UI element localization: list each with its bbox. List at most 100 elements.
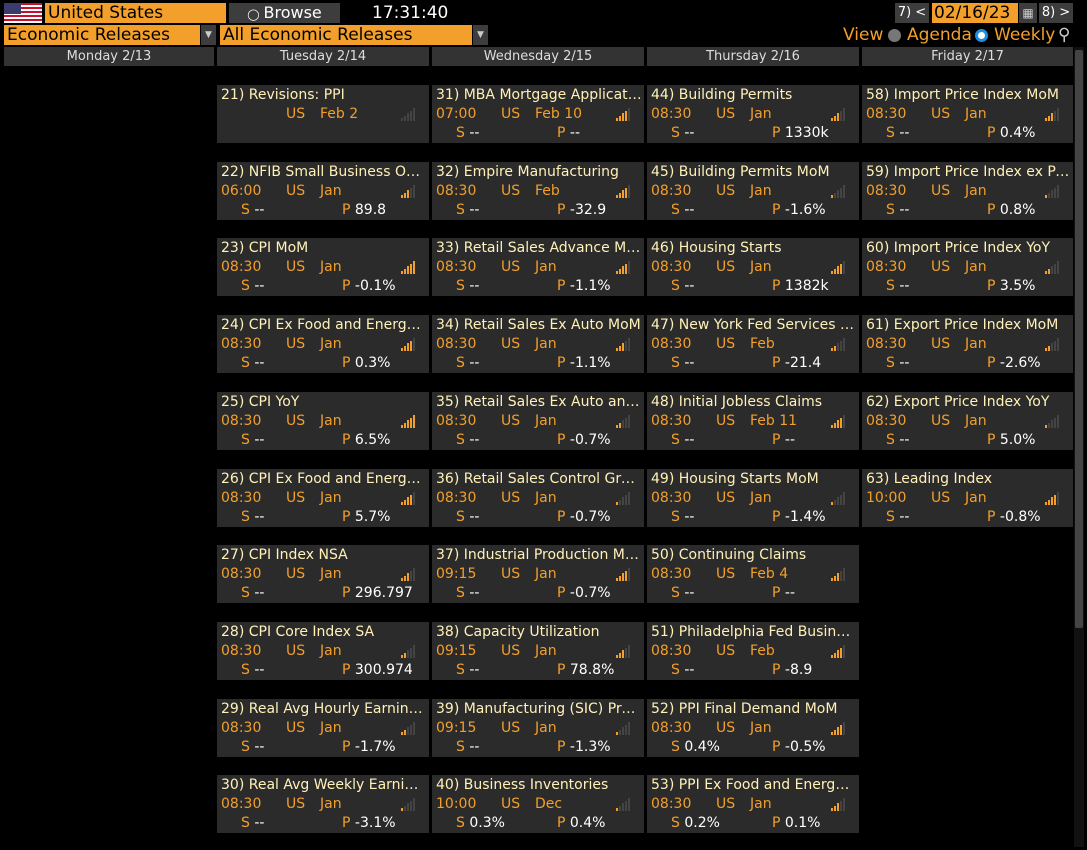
scrollbar-thumb[interactable]: [1075, 50, 1083, 628]
importance-bars-icon: [616, 567, 630, 581]
category-dropdown[interactable]: Economic Releases: [4, 25, 200, 45]
event-period: Jan: [750, 490, 772, 506]
event-title[interactable]: 22) NFIB Small Business Optimism: [221, 164, 427, 181]
event-card[interactable]: 50) Continuing Claims 08:30 US Feb 4 S -- P -…: [647, 545, 859, 603]
country-selector[interactable]: United States: [45, 3, 226, 23]
weekly-label[interactable]: Weekly: [994, 25, 1055, 45]
event-title[interactable]: 49) Housing Starts MoM: [651, 471, 857, 488]
event-card[interactable]: 48) Initial Jobless Claims 08:30 US Feb 11 S…: [647, 392, 859, 450]
event-card[interactable]: 21) Revisions: PPI US Feb 2: [217, 85, 429, 143]
event-card[interactable]: 25) CPI YoY 08:30 US Jan S -- P 6.5%: [217, 392, 429, 450]
event-country: US: [716, 336, 736, 352]
importance-bars-icon: [831, 337, 845, 351]
event-title[interactable]: 61) Export Price Index MoM: [866, 317, 1071, 334]
event-title[interactable]: 28) CPI Core Index SA: [221, 624, 427, 641]
event-title[interactable]: 48) Initial Jobless Claims: [651, 394, 857, 411]
weekly-radio[interactable]: [975, 29, 988, 42]
event-card[interactable]: 33) Retail Sales Advance MoM 08:30 US Jan S …: [432, 238, 644, 296]
event-card[interactable]: 37) Industrial Production MoM 09:15 US Jan S…: [432, 545, 644, 603]
event-title[interactable]: 31) MBA Mortgage Applications: [436, 87, 642, 104]
event-card[interactable]: 47) New York Fed Services Business Activ…: [647, 315, 859, 373]
event-title[interactable]: 51) Philadelphia Fed Business Outlook: [651, 624, 857, 641]
event-title[interactable]: 21) Revisions: PPI: [221, 87, 427, 104]
event-card[interactable]: 26) CPI Ex Food and Energy YoY 08:30 US Jan…: [217, 469, 429, 527]
event-title[interactable]: 46) Housing Starts: [651, 240, 857, 257]
event-title[interactable]: 39) Manufacturing (SIC) Production: [436, 701, 642, 718]
event-card[interactable]: 28) CPI Core Index SA 08:30 US Jan S -- P 300…: [217, 622, 429, 680]
event-card[interactable]: 49) Housing Starts MoM 08:30 US Jan S -- P -1…: [647, 469, 859, 527]
event-card[interactable]: 52) PPI Final Demand MoM 08:30 US Jan S 0.4%…: [647, 699, 859, 757]
event-card[interactable]: 30) Real Avg Weekly Earnings YoY 08:30 US J…: [217, 775, 429, 833]
event-card[interactable]: 58) Import Price Index MoM 08:30 US Jan S --…: [862, 85, 1073, 143]
event-card[interactable]: 24) CPI Ex Food and Energy MoM 08:30 US Jan…: [217, 315, 429, 373]
agenda-label[interactable]: Agenda: [907, 25, 972, 45]
event-card[interactable]: 27) CPI Index NSA 08:30 US Jan S -- P 296.797: [217, 545, 429, 603]
event-title[interactable]: 23) CPI MoM: [221, 240, 427, 257]
event-card[interactable]: 60) Import Price Index YoY 08:30 US Jan S --…: [862, 238, 1073, 296]
next-date-button[interactable]: 8) >: [1039, 3, 1073, 23]
event-title[interactable]: 60) Import Price Index YoY: [866, 240, 1071, 257]
event-card[interactable]: 31) MBA Mortgage Applications 07:00 US Feb …: [432, 85, 644, 143]
event-title[interactable]: 38) Capacity Utilization: [436, 624, 642, 641]
event-card[interactable]: 22) NFIB Small Business Optimism 06:00 US J…: [217, 162, 429, 220]
event-card[interactable]: 38) Capacity Utilization 09:15 US Jan S -- P …: [432, 622, 644, 680]
chevron-down-icon[interactable]: ▼: [201, 25, 216, 45]
importance-bars-icon: [616, 797, 630, 811]
user-search-icon[interactable]: ⚲: [1058, 24, 1070, 46]
event-title[interactable]: 40) Business Inventories: [436, 777, 642, 794]
event-card[interactable]: 40) Business Inventories 10:00 US Dec S 0.3%…: [432, 775, 644, 833]
event-title[interactable]: 32) Empire Manufacturing: [436, 164, 642, 181]
event-card[interactable]: 61) Export Price Index MoM 08:30 US Jan S --…: [862, 315, 1073, 373]
event-title[interactable]: 45) Building Permits MoM: [651, 164, 857, 181]
event-title[interactable]: 30) Real Avg Weekly Earnings YoY: [221, 777, 427, 794]
event-card[interactable]: 35) Retail Sales Ex Auto and Gas 08:30 US J…: [432, 392, 644, 450]
event-title[interactable]: 25) CPI YoY: [221, 394, 427, 411]
event-title[interactable]: 58) Import Price Index MoM: [866, 87, 1071, 104]
event-card[interactable]: 32) Empire Manufacturing 08:30 US Feb S -- P …: [432, 162, 644, 220]
event-card[interactable]: 45) Building Permits MoM 08:30 US Jan S -- P …: [647, 162, 859, 220]
event-card[interactable]: 39) Manufacturing (SIC) Production 09:15 U…: [432, 699, 644, 757]
event-title[interactable]: 35) Retail Sales Ex Auto and Gas: [436, 394, 642, 411]
prev-date-button[interactable]: 7) <: [895, 3, 929, 23]
event-title[interactable]: 26) CPI Ex Food and Energy YoY: [221, 471, 427, 488]
browse-button[interactable]: ◯ Browse: [229, 3, 340, 23]
event-title[interactable]: 47) New York Fed Services Business Activ…: [651, 317, 857, 334]
event-title[interactable]: 63) Leading Index: [866, 471, 1071, 488]
event-title[interactable]: 24) CPI Ex Food and Energy MoM: [221, 317, 427, 334]
agenda-radio[interactable]: [888, 29, 901, 42]
event-card[interactable]: 44) Building Permits 08:30 US Jan S -- P 1330…: [647, 85, 859, 143]
event-time: 08:30: [651, 106, 692, 122]
event-country: US: [716, 566, 736, 582]
chevron-down-icon[interactable]: ▼: [473, 25, 488, 45]
calendar-icon[interactable]: ▦: [1019, 3, 1037, 23]
event-title[interactable]: 50) Continuing Claims: [651, 547, 857, 564]
event-survey: S --: [671, 432, 695, 448]
event-title[interactable]: 34) Retail Sales Ex Auto MoM: [436, 317, 642, 334]
event-card[interactable]: 53) PPI Ex Food and Energy MoM 08:30 US Jan…: [647, 775, 859, 833]
event-time: 08:30: [651, 490, 692, 506]
view-label: View: [843, 25, 884, 45]
event-title[interactable]: 53) PPI Ex Food and Energy MoM: [651, 777, 857, 794]
event-title[interactable]: 44) Building Permits: [651, 87, 857, 104]
event-title[interactable]: 33) Retail Sales Advance MoM: [436, 240, 642, 257]
event-card[interactable]: 51) Philadelphia Fed Business Outlook 08:…: [647, 622, 859, 680]
event-card[interactable]: 62) Export Price Index YoY 08:30 US Jan S --…: [862, 392, 1073, 450]
event-title[interactable]: 36) Retail Sales Control Group: [436, 471, 642, 488]
event-prior: P -0.5%: [772, 739, 826, 755]
event-title[interactable]: 52) PPI Final Demand MoM: [651, 701, 857, 718]
event-card[interactable]: 59) Import Price Index ex Petroleum 08:30…: [862, 162, 1073, 220]
event-title[interactable]: 59) Import Price Index ex Petroleum: [866, 164, 1071, 181]
event-card[interactable]: 23) CPI MoM 08:30 US Jan S -- P -0.1%: [217, 238, 429, 296]
event-time: 08:30: [221, 566, 262, 582]
date-field[interactable]: 02/16/23: [932, 3, 1018, 23]
event-card[interactable]: 29) Real Avg Hourly Earnings YoY 08:30 US J…: [217, 699, 429, 757]
event-card[interactable]: 63) Leading Index 10:00 US Jan S -- P -0.8%: [862, 469, 1073, 527]
event-title[interactable]: 27) CPI Index NSA: [221, 547, 427, 564]
event-card[interactable]: 34) Retail Sales Ex Auto MoM 08:30 US Jan S …: [432, 315, 644, 373]
event-title[interactable]: 62) Export Price Index YoY: [866, 394, 1071, 411]
event-card[interactable]: 46) Housing Starts 08:30 US Jan S -- P 1382k: [647, 238, 859, 296]
event-card[interactable]: 36) Retail Sales Control Group 08:30 US Jan…: [432, 469, 644, 527]
event-title[interactable]: 29) Real Avg Hourly Earnings YoY: [221, 701, 427, 718]
subcategory-dropdown[interactable]: All Economic Releases: [220, 25, 472, 45]
event-title[interactable]: 37) Industrial Production MoM: [436, 547, 642, 564]
